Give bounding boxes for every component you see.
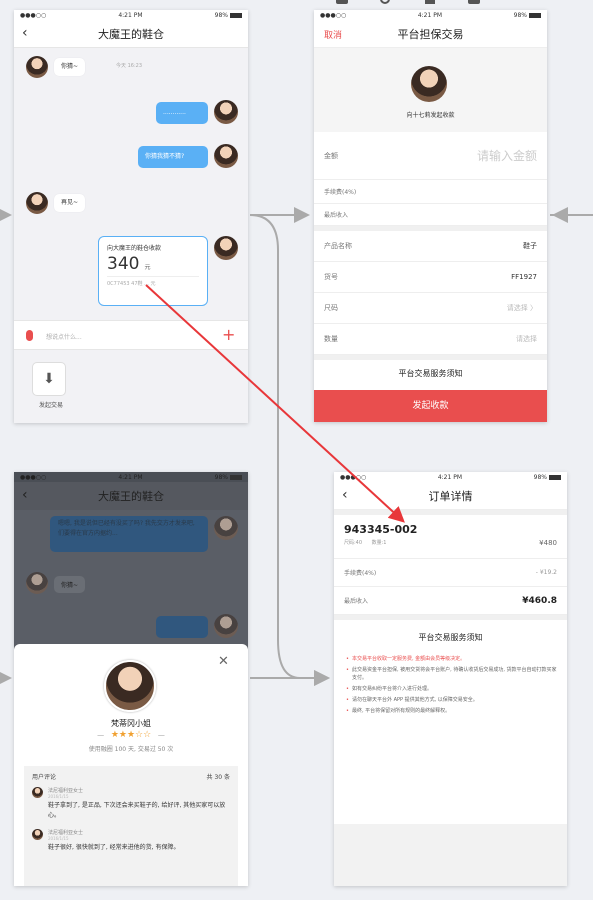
highlight-arrow	[145, 284, 405, 523]
flow-arrows	[0, 207, 593, 686]
flow-arrow	[249, 214, 330, 686]
